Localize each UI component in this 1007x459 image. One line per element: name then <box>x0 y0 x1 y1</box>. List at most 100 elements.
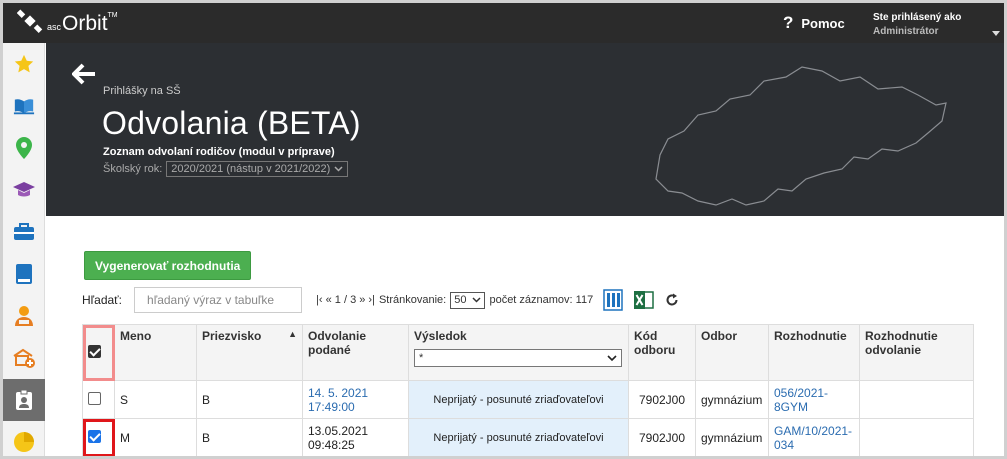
chevron-down-icon <box>334 166 343 172</box>
sidebar-item-appeals[interactable] <box>3 379 45 421</box>
row-checkbox[interactable] <box>88 429 101 443</box>
refresh-icon <box>666 293 678 306</box>
school-year-row: Školský rok: 2020/2021 (nástup v 2021/20… <box>103 161 349 177</box>
cell-vysledok: Neprijatý - posunuté zriaďovateľovi <box>408 418 629 456</box>
top-bar: ascOrbitTM ? Pomoc Ste prihlásený ako Ad… <box>3 3 1004 43</box>
records-count: počet záznamov: 117 <box>489 294 594 306</box>
chevron-down-icon <box>472 297 481 303</box>
clipboard-user-icon <box>16 389 32 410</box>
slovakia-map-outline <box>655 66 947 206</box>
app-window: ascOrbitTM ? Pomoc Ste prihlásený ako Ad… <box>0 0 1007 459</box>
app-logo[interactable]: ascOrbitTM <box>16 9 118 38</box>
pagination: |‹ « 1 / 3 » ›| Stránkovanie: 50 počet z… <box>316 291 594 309</box>
col-meno[interactable]: Meno <box>114 324 197 381</box>
appeals-table: Meno Priezvisko ▲ Odvolanie podané Výsled… <box>82 324 974 456</box>
search-label: Hľadať: <box>82 293 123 307</box>
sidebar-item-teacher[interactable] <box>3 295 45 337</box>
chevron-down-icon <box>607 354 617 361</box>
cell-rozhodnutie-odvolanie <box>859 380 974 419</box>
sidebar-item-stats[interactable] <box>3 421 45 456</box>
help-icon: ? <box>783 13 794 32</box>
pie-chart-icon <box>14 432 34 452</box>
col-odbor[interactable]: Odbor <box>695 324 769 381</box>
export-excel-button[interactable] <box>633 289 655 311</box>
sort-asc-icon: ▲ <box>288 329 297 339</box>
per-page-select[interactable]: 50 <box>450 291 486 309</box>
cell-meno: S <box>114 380 197 419</box>
table-toolbar: Hľadať: hľadaný výraz v tabuľke |‹ « 1 /… <box>82 287 679 313</box>
table-row[interactable]: S B 14. 5. 2021 17:49:00 Neprijatý - posu… <box>82 380 974 419</box>
col-priezvisko[interactable]: Priezvisko ▲ <box>196 324 303 381</box>
columns-icon <box>603 289 623 311</box>
book-open-icon <box>13 99 35 115</box>
user-role: Administrátor <box>873 26 939 37</box>
result-filter-select[interactable]: * <box>414 349 622 367</box>
arrow-left-icon <box>71 63 95 85</box>
per-page-value: 50 <box>454 294 467 306</box>
cell-meno: M <box>114 418 197 456</box>
school-year-value: 2020/2021 (nástup v 2021/2022) <box>171 163 331 175</box>
col-odvolanie[interactable]: Odvolanie podané <box>302 324 409 381</box>
main-content: Vygenerovať rozhodnutia Hľadať: hľadaný … <box>46 216 1004 456</box>
excel-icon <box>634 291 654 309</box>
briefcase-icon <box>14 223 34 240</box>
sidebar-item-favorites[interactable] <box>3 43 45 85</box>
sidebar <box>3 43 45 456</box>
refresh-button[interactable] <box>665 293 679 307</box>
select-all-cell <box>82 324 115 381</box>
select-all-checkbox[interactable] <box>88 344 101 358</box>
col-kod[interactable]: Kód odboru <box>628 324 696 381</box>
col-rozhodnutie-odvolanie[interactable]: Rozhodnutie odvolanie <box>859 324 974 381</box>
user-dropdown-icon[interactable] <box>992 31 1000 36</box>
breadcrumb[interactable]: Prihlášky na SŠ <box>103 85 181 97</box>
satellite-icon <box>16 9 43 38</box>
logo-trademark: TM <box>107 11 118 19</box>
book-icon <box>16 264 32 284</box>
sidebar-item-jobs[interactable] <box>3 211 45 253</box>
row-select-cell <box>82 418 115 456</box>
cell-rozhodnutie-link[interactable]: GAM/10/2021- 034 <box>768 418 860 456</box>
sidebar-item-location[interactable] <box>3 127 45 169</box>
col-vysledok[interactable]: Výsledok * <box>408 324 629 381</box>
result-filter-value: * <box>419 352 424 364</box>
cell-rozhodnutie-link[interactable]: 056/2021- 8GYM <box>768 380 860 419</box>
generate-decisions-button[interactable]: Vygenerovať rozhodnutia <box>84 251 252 280</box>
cell-rozhodnutie-odvolanie <box>859 418 974 456</box>
back-button[interactable] <box>71 63 96 90</box>
teacher-icon <box>15 306 33 326</box>
sidebar-item-book[interactable] <box>3 253 45 295</box>
paging-label: Stránkovanie: <box>378 294 447 306</box>
sidebar-item-graduation[interactable] <box>3 169 45 211</box>
sidebar-item-schools[interactable] <box>3 337 45 379</box>
table-header-row: Meno Priezvisko ▲ Odvolanie podané Výsled… <box>82 324 974 381</box>
col-rozhodnutie[interactable]: Rozhodnutie <box>768 324 860 381</box>
search-input[interactable]: hľadaný výraz v tabuľke <box>134 287 303 313</box>
star-icon <box>14 54 34 73</box>
row-checkbox[interactable] <box>88 391 101 405</box>
help-label: Pomoc <box>801 15 845 31</box>
page-subtitle: Zoznam odvolaní rodičov (modul v príprav… <box>103 146 335 158</box>
graduation-cap-icon <box>13 182 35 197</box>
location-pin-icon <box>16 137 32 159</box>
user-status: Ste prihlásený ako <box>873 12 962 23</box>
cell-odbor: gymnázium <box>695 380 769 419</box>
table-row[interactable]: M B 13.05.2021 09:48:25 Neprijatý - posun… <box>82 418 974 456</box>
help-link[interactable]: ? Pomoc <box>783 13 845 33</box>
logo-prefix: asc <box>47 21 62 32</box>
cell-kod: 7902J00 <box>628 418 696 456</box>
school-add-icon <box>13 348 35 368</box>
cell-odvolanie-link[interactable]: 14. 5. 2021 17:49:00 <box>302 380 409 419</box>
cell-vysledok: Neprijatý - posunuté zriaďovateľovi <box>408 380 629 419</box>
columns-button[interactable] <box>603 289 623 311</box>
logo-name: Orbit <box>62 11 108 35</box>
school-year-select[interactable]: 2020/2021 (nástup v 2021/2022) <box>166 161 349 177</box>
sidebar-item-library[interactable] <box>3 85 45 127</box>
school-year-label: Školský rok: <box>103 163 163 175</box>
cell-priezvisko: B <box>196 418 303 456</box>
user-menu[interactable]: Ste prihlásený ako Administrátor <box>873 11 961 39</box>
pager-controls[interactable]: |‹ « 1 / 3 » ›| <box>316 294 375 306</box>
row-select-cell <box>82 380 115 419</box>
cell-odbor: gymnázium <box>695 418 769 456</box>
cell-priezvisko: B <box>196 380 303 419</box>
page-title: Odvolania (BETA) <box>102 105 361 141</box>
